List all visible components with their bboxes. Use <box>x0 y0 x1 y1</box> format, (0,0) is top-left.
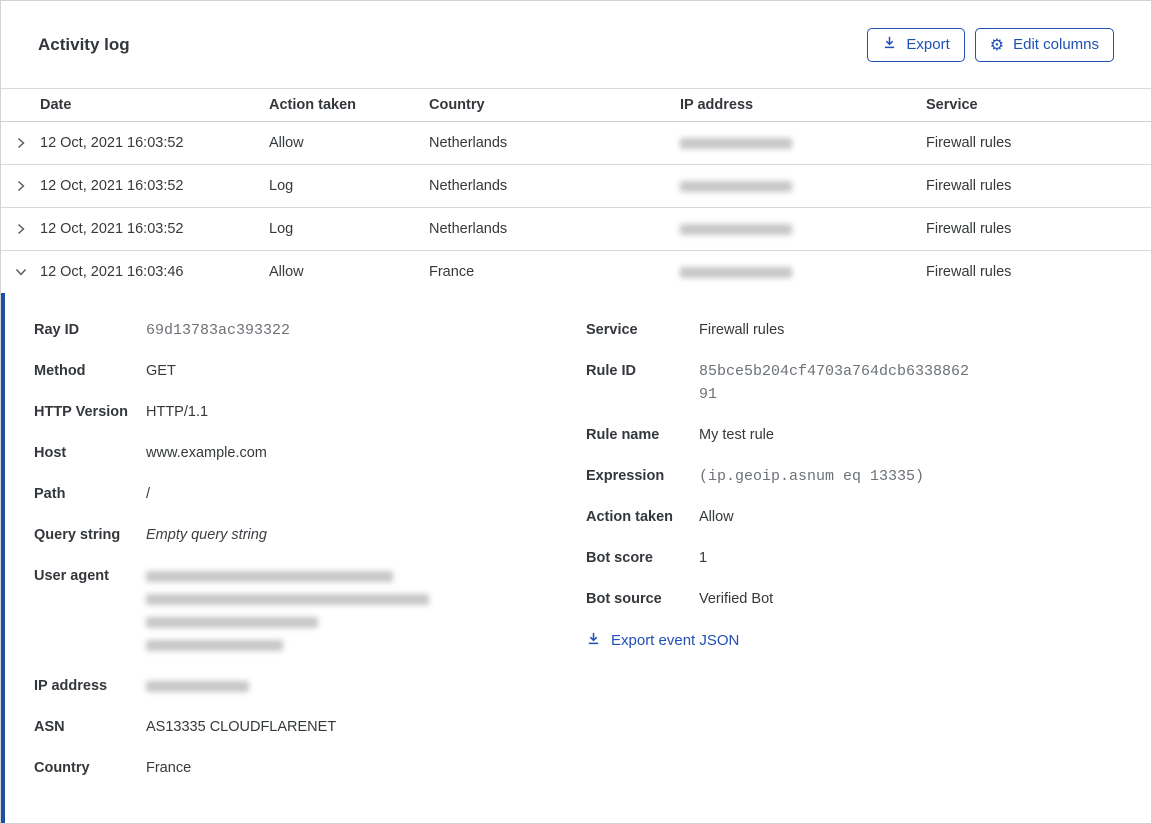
cell-date: 12 Oct, 2021 16:03:52 <box>40 221 184 237</box>
detail-field-bot-source: Bot source Verified Bot <box>586 591 774 607</box>
cell-action-taken: Log <box>269 221 294 237</box>
chevron-down-icon[interactable] <box>1 265 40 279</box>
detail-field-country: Country France <box>34 760 192 776</box>
toolbar-buttons: Export ⚙ Edit columns <box>867 27 1114 62</box>
cell-country: Netherlands <box>429 221 508 237</box>
download-icon <box>882 35 897 54</box>
detail-field-http-version: HTTP Version HTTP/1.1 <box>34 404 209 420</box>
export-event-json-link[interactable]: Export event JSON <box>586 631 739 650</box>
cell-ip-address-redacted <box>680 264 926 280</box>
cell-country: Netherlands <box>429 178 508 194</box>
detail-field-host: Host www.example.com <box>34 445 267 461</box>
cell-service: Firewall rules <box>926 178 1012 194</box>
page-title: Activity log <box>38 34 130 54</box>
edit-columns-button-label: Edit columns <box>1013 36 1099 53</box>
detail-field-user-agent: User agent <box>34 565 586 657</box>
topbar: Activity log Export ⚙ Edit columns <box>1 1 1151 88</box>
table-header: Date Action taken Country IP address Ser… <box>1 88 1151 122</box>
cell-service: Firewall rules <box>926 264 1012 280</box>
cell-service: Firewall rules <box>926 135 1012 151</box>
detail-right-column: Service Firewall rules Rule ID 85bce5b20… <box>586 319 1151 823</box>
detail-field-bot-score: Bot score 1 <box>586 550 708 566</box>
column-header-ip-address: IP address <box>680 97 754 113</box>
export-button[interactable]: Export <box>867 27 965 62</box>
detail-field-ip-address: IP address <box>34 675 586 698</box>
activity-log-panel: Activity log Export ⚙ Edit columns Date … <box>0 0 1152 824</box>
cell-action-taken: Allow <box>269 135 304 151</box>
cell-date: 12 Oct, 2021 16:03:52 <box>40 135 184 151</box>
detail-field-rule-id: Rule ID 85bce5b204cf4703a764dcb633886291 <box>586 363 970 403</box>
event-detail-panel: Ray ID 69d13783ac393322 Method GET HTTP … <box>1 293 1151 823</box>
cell-action-taken: Allow <box>269 264 304 280</box>
detail-field-rule-name: Rule name My test rule <box>586 427 774 443</box>
cell-date: 12 Oct, 2021 16:03:46 <box>40 264 184 280</box>
column-header-service: Service <box>926 97 978 113</box>
detail-left-column: Ray ID 69d13783ac393322 Method GET HTTP … <box>34 319 586 823</box>
detail-field-asn: ASN AS13335 CLOUDFLARENET <box>34 719 337 735</box>
chevron-right-icon[interactable] <box>1 179 40 193</box>
detail-field-service: Service Firewall rules <box>586 322 785 338</box>
cell-ip-address-redacted <box>680 135 926 151</box>
cell-country: Netherlands <box>429 135 508 151</box>
cell-country: France <box>429 264 475 280</box>
column-header-date: Date <box>40 97 72 113</box>
detail-field-ray-id: Ray ID 69d13783ac393322 <box>34 322 291 339</box>
column-header-country: Country <box>429 97 485 113</box>
detail-field-expression: Expression (ip.geoip.asnum eq 13335) <box>586 468 925 485</box>
chevron-right-icon[interactable] <box>1 136 40 150</box>
ip-address-redacted <box>146 675 249 698</box>
detail-field-method: Method GET <box>34 363 176 379</box>
table-row[interactable]: 12 Oct, 2021 16:03:52 Log Netherlands Fi… <box>1 208 1151 251</box>
detail-field-action-taken: Action taken Allow <box>586 509 734 525</box>
table-row[interactable]: 12 Oct, 2021 16:03:52 Log Netherlands Fi… <box>1 165 1151 208</box>
detail-field-query-string: Query string Empty query string <box>34 527 267 543</box>
column-header-action-taken: Action taken <box>269 97 357 113</box>
cell-action-taken: Log <box>269 178 294 194</box>
cell-ip-address-redacted <box>680 178 926 194</box>
table-row-expanded[interactable]: 12 Oct, 2021 16:03:46 Allow France Firew… <box>1 251 1151 293</box>
download-icon <box>586 631 601 650</box>
cell-ip-address-redacted <box>680 221 926 237</box>
export-button-label: Export <box>906 36 950 53</box>
user-agent-redacted <box>146 565 429 657</box>
detail-field-path: Path / <box>34 486 151 502</box>
gear-icon: ⚙ <box>989 34 1005 54</box>
edit-columns-button[interactable]: ⚙ Edit columns <box>974 27 1114 62</box>
cell-service: Firewall rules <box>926 221 1012 237</box>
table-row[interactable]: 12 Oct, 2021 16:03:52 Allow Netherlands … <box>1 122 1151 165</box>
export-event-json-label: Export event JSON <box>611 632 740 649</box>
cell-date: 12 Oct, 2021 16:03:52 <box>40 178 184 194</box>
chevron-right-icon[interactable] <box>1 222 40 236</box>
